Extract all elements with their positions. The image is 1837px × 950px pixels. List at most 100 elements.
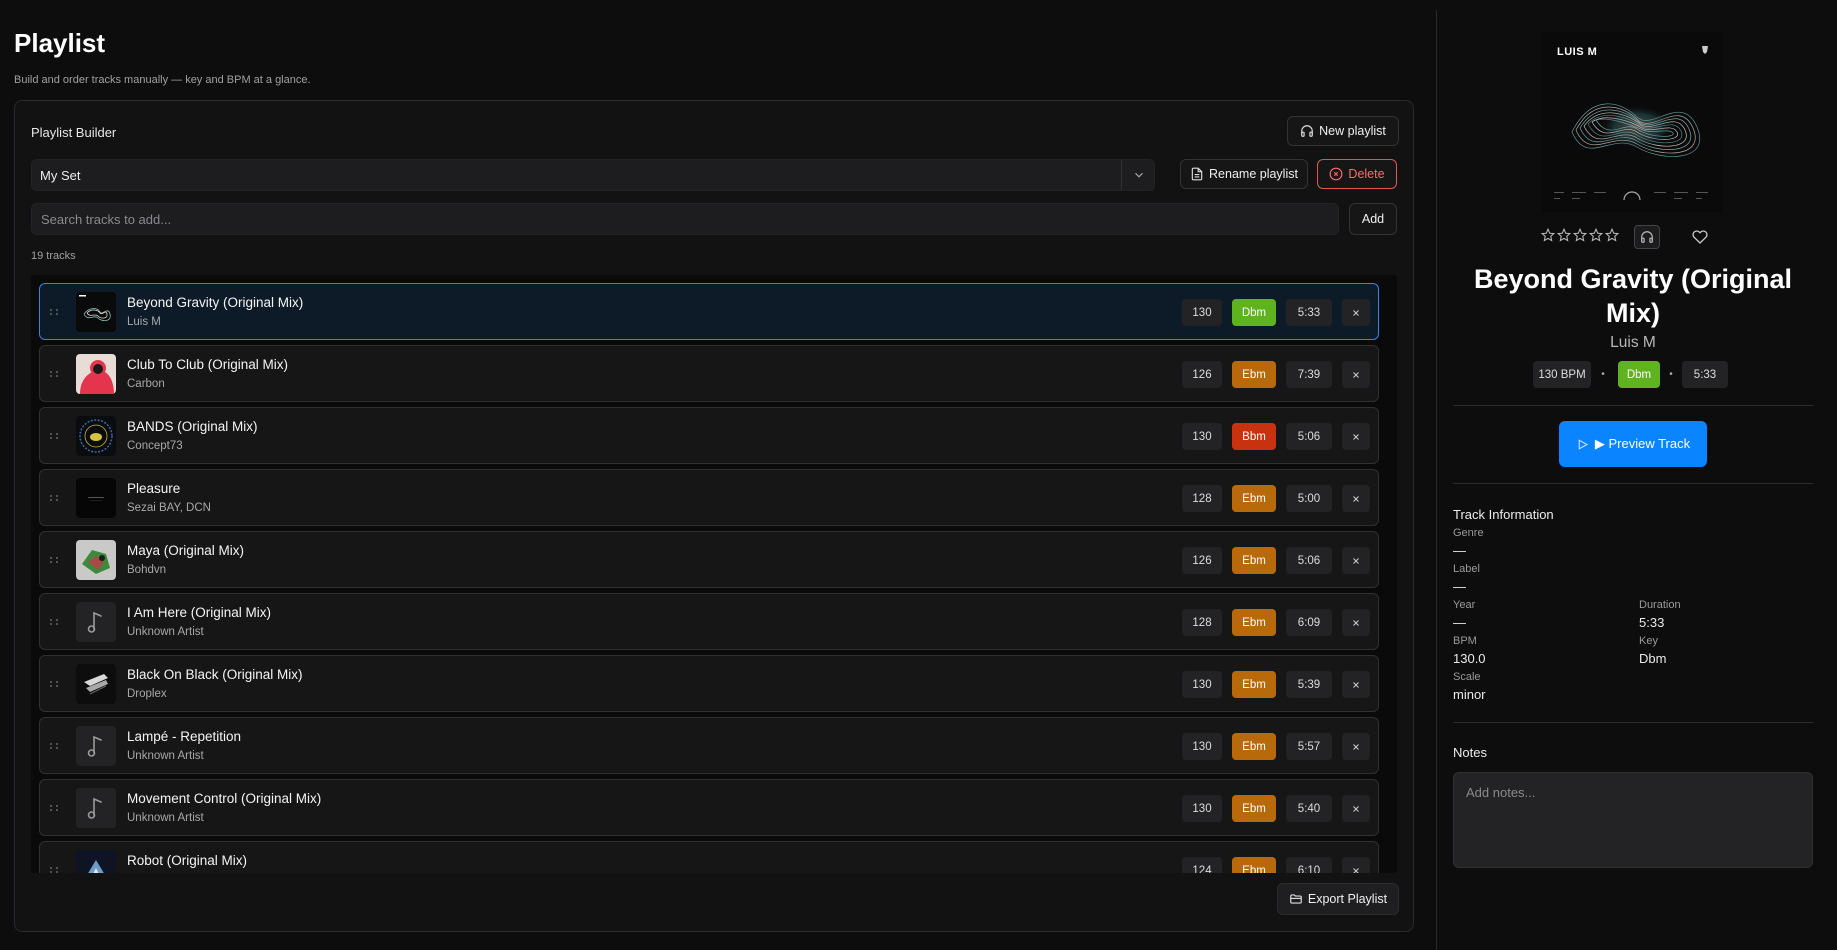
artwork-image	[76, 478, 116, 518]
key-chip: Ebm	[1232, 547, 1276, 574]
duration-chip: 5:06	[1286, 547, 1332, 574]
key-chip: Ebm	[1232, 857, 1276, 873]
star-icon[interactable]	[1541, 228, 1555, 242]
new-playlist-button[interactable]: New playlist	[1287, 116, 1399, 146]
star-icon[interactable]	[1605, 228, 1619, 242]
main-area: Playlist Build and order tracks manually…	[0, 0, 1436, 950]
remove-track-button[interactable]	[1342, 795, 1370, 822]
track-row[interactable]: Black On Black (Original Mix) Droplex 130 E…	[39, 655, 1379, 712]
favorite-button[interactable]	[1689, 226, 1711, 248]
track-artist: Sezai BAY, DCN	[127, 502, 211, 514]
drag-handle-icon[interactable]	[50, 803, 62, 813]
duration-chip: 6:10	[1286, 857, 1332, 873]
delete-label: Delete	[1348, 167, 1385, 181]
folder-icon	[1290, 894, 1302, 904]
bpm-chip: 130	[1182, 671, 1222, 698]
track-title: Club To Club (Original Mix)	[127, 357, 289, 372]
divider	[1453, 405, 1813, 406]
track-artist: Concept73	[127, 440, 183, 452]
track-row[interactable]: I Am Here (Original Mix) Unknown Artist 12…	[39, 593, 1379, 650]
star-icon[interactable]	[1573, 228, 1587, 242]
drag-handle-icon[interactable]	[50, 493, 62, 503]
star-icon[interactable]	[1589, 228, 1603, 242]
track-title: BANDS (Original Mix)	[127, 419, 258, 434]
track-title: Black On Black (Original Mix)	[127, 667, 303, 682]
track-row[interactable]: Beyond Gravity (Original Mix) Luis M 130 Db…	[39, 283, 1379, 340]
select-divider	[1121, 160, 1122, 190]
duration-label: Duration	[1639, 599, 1681, 611]
remove-track-button[interactable]	[1342, 671, 1370, 698]
remove-track-button[interactable]	[1342, 361, 1370, 388]
track-artist: Bohdvn	[127, 564, 167, 576]
remove-track-button[interactable]	[1342, 485, 1370, 512]
close-icon	[1353, 743, 1359, 750]
key-chip: Bbm	[1232, 423, 1276, 450]
track-row[interactable]: Movement Control (Original Mix) Unknown A…	[39, 779, 1379, 836]
remove-track-button[interactable]	[1342, 547, 1370, 574]
rename-playlist-label: Rename playlist	[1209, 167, 1298, 181]
drag-handle-icon[interactable]	[50, 865, 62, 873]
track-artist: Unknown Artist	[127, 750, 204, 762]
track-count: 19 tracks	[31, 250, 76, 262]
headphones-icon	[1641, 231, 1653, 243]
track-row[interactable]: Maya (Original Mix) Bohdvn 126 Ebm 5:06	[39, 531, 1379, 588]
track-list[interactable]: Beyond Gravity (Original Mix) Luis M 130 Db…	[31, 275, 1397, 873]
track-artist: Luis M	[1610, 334, 1656, 351]
music-note-icon	[76, 726, 116, 766]
key-chip: Dbm	[1232, 299, 1276, 326]
export-playlist-button[interactable]: Export Playlist	[1277, 883, 1399, 915]
divider	[1453, 722, 1813, 723]
drag-handle-icon[interactable]	[50, 307, 62, 317]
delete-playlist-button[interactable]: Delete	[1317, 159, 1397, 189]
track-row[interactable]: Lampé - Repetition Unknown Artist 130 Ebm 5:…	[39, 717, 1379, 774]
drag-handle-icon[interactable]	[50, 679, 62, 689]
track-title: Movement Control (Original Mix)	[127, 791, 322, 806]
track-row[interactable]: Robot (Original Mix) 124 Ebm 6:10	[39, 841, 1379, 873]
playlist-select-value: My Set	[40, 168, 81, 183]
remove-track-button[interactable]	[1342, 609, 1370, 636]
export-playlist-label: Export Playlist	[1307, 892, 1388, 906]
bpm-chip: 128	[1182, 485, 1222, 512]
cover-art-image	[1542, 32, 1722, 212]
rating-stars[interactable]	[1541, 228, 1619, 242]
close-icon	[1353, 619, 1359, 626]
track-row[interactable]: BANDS (Original Mix) Concept73 130 Bbm 5:06	[39, 407, 1379, 464]
artwork-image	[76, 416, 116, 456]
track-row[interactable]: Pleasure Sezai BAY, DCN 128 Ebm 5:00	[39, 469, 1379, 526]
drag-handle-icon[interactable]	[50, 431, 62, 441]
label-label: Label	[1453, 563, 1480, 575]
track-search-input[interactable]	[31, 203, 1339, 235]
remove-track-button[interactable]	[1342, 733, 1370, 760]
remove-track-button[interactable]	[1342, 857, 1370, 873]
track-title: I Am Here (Original Mix)	[127, 605, 272, 620]
playlist-select[interactable]: My Set	[31, 159, 1155, 191]
duration-chip: 7:39	[1286, 361, 1332, 388]
key-chip: Ebm	[1232, 671, 1276, 698]
track-row[interactable]: Club To Club (Original Mix) Carbon 126 Ebm 7…	[39, 345, 1379, 402]
drag-handle-icon[interactable]	[50, 741, 62, 751]
preview-track-label: ▶ Preview Track	[1594, 436, 1691, 451]
remove-track-button[interactable]	[1342, 299, 1370, 326]
drag-handle-icon[interactable]	[50, 617, 62, 627]
close-icon	[1353, 557, 1359, 564]
duration-chip: 5:57	[1286, 733, 1332, 760]
duration-value: 5:33	[1639, 615, 1665, 630]
notes-textarea[interactable]	[1453, 772, 1813, 868]
bpm-chip: 128	[1182, 609, 1222, 636]
drag-handle-icon[interactable]	[50, 369, 62, 379]
separator-dot: •	[1669, 369, 1673, 380]
key-value: Dbm	[1639, 651, 1667, 666]
bpm-value: 130.0	[1453, 651, 1486, 666]
rename-playlist-button[interactable]: Rename playlist	[1180, 159, 1308, 189]
artwork-image	[76, 292, 116, 332]
preview-track-button[interactable]: ▶ Preview Track	[1559, 421, 1707, 467]
star-icon[interactable]	[1557, 228, 1571, 242]
track-artist: Carbon	[127, 378, 165, 390]
headphones-button[interactable]	[1634, 225, 1660, 249]
key-chip: Ebm	[1232, 361, 1276, 388]
track-artwork	[76, 416, 116, 456]
add-track-button[interactable]: Add	[1349, 203, 1397, 235]
heart-icon	[1692, 230, 1708, 244]
remove-track-button[interactable]	[1342, 423, 1370, 450]
drag-handle-icon[interactable]	[50, 555, 62, 565]
